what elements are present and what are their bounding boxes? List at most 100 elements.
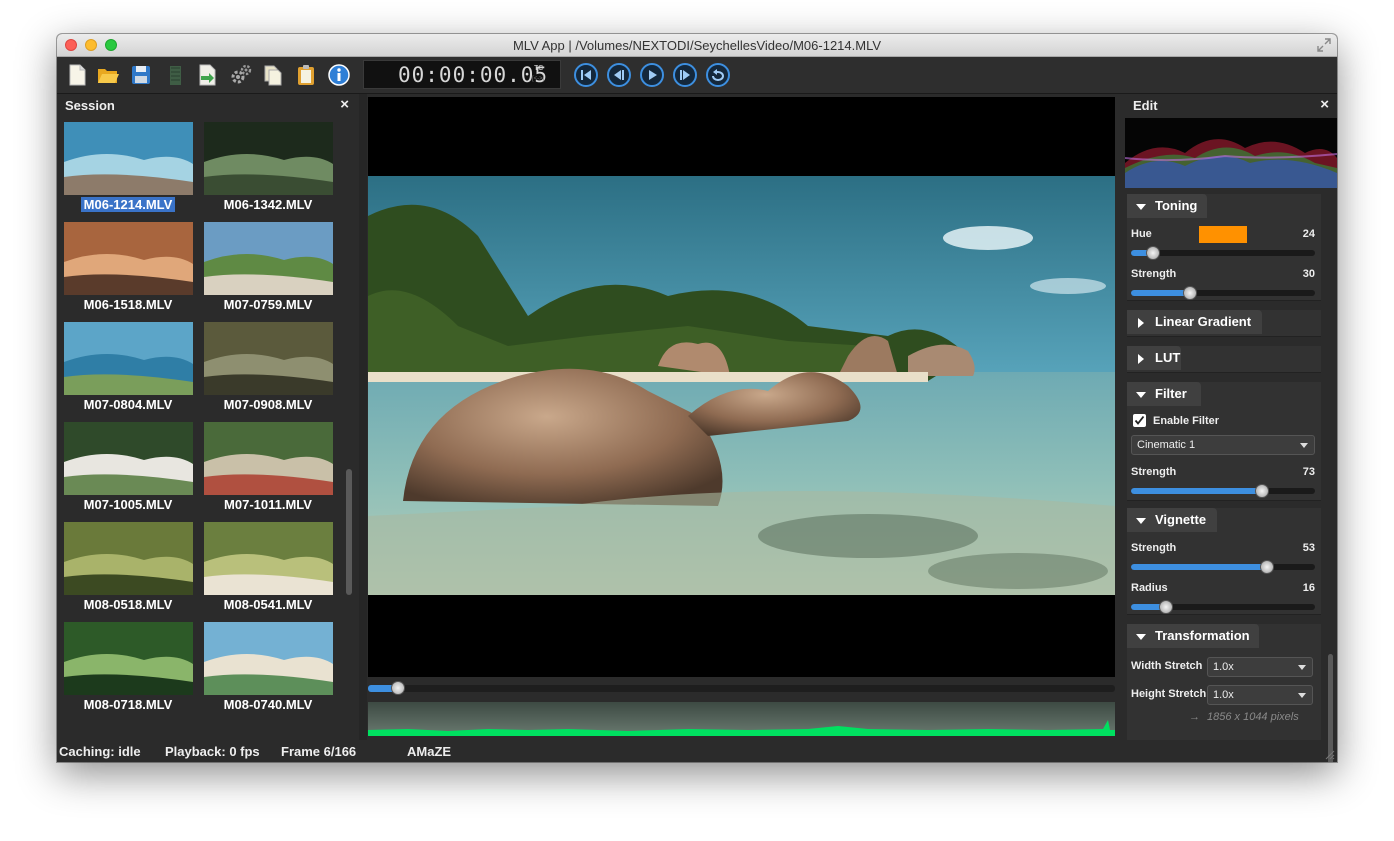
height-stretch-label: Height Stretch [1131, 688, 1207, 700]
hue-slider-handle[interactable] [1146, 246, 1161, 260]
preferences-icon[interactable] [229, 63, 253, 87]
edit-panel: Edit × Toning Hue 24 Strength 30 Linear … [1125, 94, 1337, 762]
clip-name-text: M06-1214.MLV [80, 197, 176, 212]
previous-frame-button[interactable] [607, 63, 631, 87]
filter-strength-value: 73 [1302, 466, 1315, 478]
next-frame-icon [680, 70, 690, 80]
vignette-header[interactable]: Vignette [1127, 508, 1217, 532]
export-icon[interactable] [195, 63, 219, 87]
vignette-radius-slider[interactable] [1131, 600, 1315, 614]
vignette-section: Vignette Strength 53 Radius 16 [1127, 508, 1321, 615]
toning-title: Toning [1155, 198, 1198, 213]
lut-header[interactable]: LUT [1127, 346, 1181, 370]
clip-name: M07-1011.MLV [203, 497, 333, 512]
go-to-start-button[interactable] [574, 63, 598, 87]
toning-strength-slider-fill [1131, 290, 1190, 296]
timecode-display[interactable]: 00:00:00.05 TC [<->] [363, 60, 561, 89]
save-session-icon[interactable] [129, 63, 153, 87]
open-session-icon[interactable] [96, 63, 120, 87]
new-session-icon[interactable] [65, 63, 89, 87]
filter-strength-slider[interactable] [1131, 484, 1315, 498]
clip-thumbnail [204, 522, 333, 595]
hue-color-swatch[interactable] [1199, 226, 1247, 243]
resize-grip-icon[interactable] [1325, 750, 1335, 760]
clip-item[interactable]: M08-0518.MLV [63, 522, 193, 618]
vignette-strength-slider[interactable] [1131, 560, 1315, 574]
filter-preset-select[interactable]: Cinematic 1 [1131, 435, 1315, 455]
linear-gradient-header[interactable]: Linear Gradient [1127, 310, 1262, 334]
session-scrollbar[interactable] [344, 122, 353, 740]
filter-preset-value: Cinematic 1 [1137, 439, 1196, 451]
frame-status: Frame 6/166 [281, 744, 357, 759]
next-frame-button[interactable] [673, 63, 697, 87]
loop-button[interactable] [706, 63, 730, 87]
filter-header[interactable]: Filter [1127, 382, 1201, 406]
transformation-header[interactable]: Transformation [1127, 624, 1259, 648]
preview-frame-image [368, 176, 1115, 595]
video-viewer[interactable] [368, 97, 1115, 677]
toning-strength-slider[interactable] [1131, 286, 1315, 300]
fullscreen-icon[interactable] [1317, 38, 1331, 52]
clip-thumbnail [64, 522, 193, 595]
clip-thumbnail [64, 422, 193, 495]
clip-item[interactable]: M08-0740.MLV [203, 622, 333, 718]
width-stretch-select[interactable]: 1.0x [1207, 657, 1313, 677]
clip-name: M08-0740.MLV [203, 697, 333, 712]
toning-strength-value: 30 [1302, 268, 1315, 280]
filter-section: Filter Enable Filter Cinematic 1 Strengt… [1127, 382, 1321, 501]
info-icon[interactable] [327, 63, 351, 87]
copy-settings-icon[interactable] [261, 63, 285, 87]
clip-item[interactable]: M06-1214.MLV [63, 122, 193, 218]
vignette-strength-slider-fill [1131, 564, 1268, 570]
toning-header[interactable]: Toning [1127, 194, 1207, 218]
paste-settings-icon[interactable] [294, 63, 318, 87]
clip-item[interactable]: M08-0541.MLV [203, 522, 333, 618]
checkmark-icon [1134, 415, 1145, 425]
edit-panel-close-button[interactable]: × [1320, 96, 1329, 113]
play-button[interactable] [640, 63, 664, 87]
chevron-down-icon [1136, 204, 1146, 210]
clip-name: M07-0908.MLV [203, 397, 333, 412]
height-stretch-select[interactable]: 1.0x [1207, 685, 1313, 705]
histogram [1125, 118, 1337, 188]
hue-slider[interactable] [1131, 246, 1315, 260]
clip-name: M08-0718.MLV [63, 697, 193, 712]
clip-item[interactable]: M07-0804.MLV [63, 322, 193, 418]
clip-item[interactable]: M07-0759.MLV [203, 222, 333, 318]
session-panel-close-button[interactable]: × [340, 96, 349, 113]
arrow-right-icon: → [1189, 711, 1200, 723]
session-scrollbar-thumb[interactable] [346, 469, 352, 595]
clip-item[interactable]: M07-0908.MLV [203, 322, 333, 418]
delete-clip-icon[interactable] [163, 63, 187, 87]
timeline-slider[interactable] [368, 681, 1115, 695]
edit-controls[interactable]: Toning Hue 24 Strength 30 Linear Gradien… [1125, 190, 1325, 740]
edit-panel-header: Edit × [1125, 94, 1337, 116]
toning-strength-slider-handle[interactable] [1182, 286, 1197, 300]
vignette-strength-slider-handle[interactable] [1260, 560, 1275, 574]
clip-item[interactable]: M06-1342.MLV [203, 122, 333, 218]
vignette-strength-label: Strength [1131, 542, 1177, 554]
play-icon [649, 70, 657, 80]
clip-item[interactable]: M06-1518.MLV [63, 222, 193, 318]
clip-item[interactable]: M07-1005.MLV [63, 422, 193, 518]
filter-strength-slider-handle[interactable] [1254, 484, 1269, 498]
clip-name-text: M08-0518.MLV [83, 597, 173, 612]
timeline-handle[interactable] [390, 681, 405, 695]
clip-name-text: M07-0759.MLV [223, 297, 313, 312]
enable-filter-checkbox[interactable] [1133, 414, 1146, 427]
edit-scrollbar-thumb[interactable] [1328, 654, 1333, 762]
clip-name-text: M08-0740.MLV [223, 697, 313, 712]
clip-name: M06-1214.MLV [63, 197, 193, 212]
vignette-radius-value: 16 [1302, 582, 1315, 594]
toning-section: Toning Hue 24 Strength 30 [1127, 194, 1321, 301]
left-splitter[interactable] [359, 94, 367, 740]
clip-list[interactable]: M06-1214.MLV M06-1342.MLV M06-1518.MLV M07-… [57, 122, 345, 740]
clip-item[interactable]: M08-0718.MLV [63, 622, 193, 718]
vignette-radius-slider-handle[interactable] [1158, 600, 1173, 614]
audio-waveform [368, 702, 1115, 736]
clip-name: M07-1005.MLV [63, 497, 193, 512]
edit-panel-title: Edit [1133, 98, 1158, 113]
chevron-down-icon [1300, 443, 1308, 448]
clip-item[interactable]: M07-1011.MLV [203, 422, 333, 518]
previous-frame-icon [614, 70, 624, 80]
